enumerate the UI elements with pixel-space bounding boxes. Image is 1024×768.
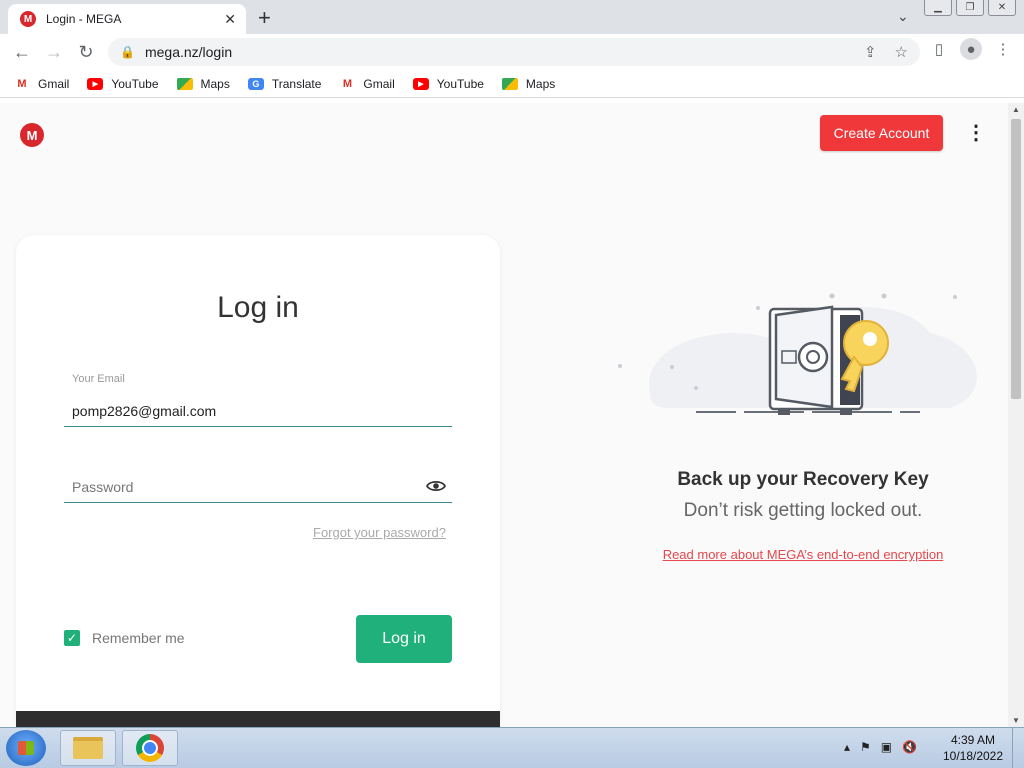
minimize-button[interactable]: ▁ [924, 0, 952, 16]
remember-me-label[interactable]: Remember me [92, 630, 185, 646]
remember-me[interactable]: ✓ Remember me [64, 630, 185, 646]
tab-search-chevron-icon[interactable]: ⌄ [897, 8, 909, 25]
show-hidden-icons-icon[interactable]: ▴ [844, 740, 850, 754]
side-panel-icon[interactable]: ▯ [928, 38, 950, 60]
window-controls: ▁ ❐ ✕ [924, 0, 1016, 16]
bookmark-label: Gmail [38, 76, 70, 91]
remember-me-checkbox[interactable]: ✓ [64, 630, 80, 646]
bookmark-label: Gmail [363, 76, 395, 91]
email-field[interactable]: pomp2826@gmail.com [64, 395, 452, 427]
login-title: Log in [217, 291, 299, 324]
taskbar-chrome[interactable] [122, 730, 178, 766]
close-tab-icon[interactable]: ✕ [224, 11, 236, 28]
action-center-flag-icon[interactable]: ⚑ [860, 740, 871, 754]
gmail-icon: M [342, 77, 352, 90]
mega-favicon-icon: M [20, 11, 36, 27]
login-button[interactable]: Log in [356, 615, 452, 663]
lock-icon[interactable]: 🔒 [120, 45, 135, 59]
promo-title: Back up your Recovery Key [677, 469, 929, 490]
tab-title: Login - MEGA [46, 12, 122, 26]
bookmark-label: Maps [200, 76, 230, 91]
clock[interactable]: 4:39 AM 10/18/2022 [940, 732, 1006, 764]
scroll-thumb[interactable] [1011, 119, 1021, 399]
page-scrollbar[interactable]: ▲ ▼ [1008, 103, 1024, 727]
maps-icon [501, 77, 518, 90]
clock-time: 4:39 AM [950, 733, 996, 747]
more-menu-icon[interactable]: ⋮ [966, 123, 986, 143]
bookmark-label: YouTube [111, 76, 159, 91]
email-label: Your Email [72, 373, 125, 385]
taskbar-explorer[interactable] [60, 730, 116, 766]
mega-logo-icon[interactable]: M [20, 123, 44, 147]
password-placeholder: Password [72, 478, 134, 495]
folder-icon [73, 737, 103, 759]
bookmark-label: Translate [271, 76, 322, 91]
reload-button[interactable]: ↻ [70, 36, 102, 68]
network-icon[interactable]: ▣ [881, 740, 892, 754]
bookmark-gmail-2[interactable]: M Gmail [339, 76, 395, 91]
bookmarks-bar: M Gmail ▶ YouTube Maps G Translate M Gmail ▶… [0, 70, 1024, 98]
login-card: Log in Your Email pomp2826@gmail.com Pas… [16, 235, 500, 727]
safe-with-key-illustration-icon [618, 293, 977, 415]
bookmark-maps-2[interactable]: Maps [501, 76, 556, 91]
page-content: M Create Account ⋮ Log in Your Email pom… [0, 103, 1008, 727]
promo-subtitle: Don’t risk getting locked out. [683, 500, 923, 521]
bookmark-label: YouTube [436, 76, 484, 91]
show-password-eye-icon[interactable] [425, 479, 447, 496]
forgot-password-link[interactable]: Forgot your password? [313, 525, 446, 540]
clock-date: 10/18/2022 [942, 749, 1004, 763]
profile-avatar-icon[interactable]: ● [960, 38, 982, 60]
youtube-icon: ▶ [412, 77, 429, 90]
address-bar[interactable]: 🔒 mega.nz/login ⇪ ☆ [108, 38, 920, 66]
bookmark-maps[interactable]: Maps [176, 76, 230, 91]
browser-toolbar: ← → ↻ 🔒 mega.nz/login ⇪ ☆ ▯ ● ⋮ [0, 34, 1024, 70]
back-button[interactable]: ← [6, 36, 38, 68]
system-tray: ▴ ⚑ ▣ 🔇 [844, 740, 917, 754]
browser-menu-icon[interactable]: ⋮ [992, 38, 1014, 60]
password-field[interactable]: Password [64, 471, 452, 503]
youtube-icon: ▶ [87, 77, 104, 90]
create-account-button[interactable]: Create Account [820, 115, 943, 151]
forward-button[interactable]: → [38, 36, 70, 68]
encryption-info-link[interactable]: Read more about MEGA’s end-to-end encryp… [603, 547, 1003, 562]
card-footer-bar [16, 711, 500, 727]
bookmark-youtube-2[interactable]: ▶ YouTube [412, 76, 484, 91]
gmail-icon: M [17, 77, 27, 90]
bookmark-translate[interactable]: G Translate [247, 76, 322, 91]
bookmark-label: Maps [525, 76, 556, 91]
start-button[interactable] [6, 730, 46, 766]
chrome-icon [136, 734, 164, 762]
browser-tab[interactable]: M Login - MEGA ✕ [8, 4, 246, 34]
restore-button[interactable]: ❐ [956, 0, 984, 16]
url-text[interactable]: mega.nz/login [145, 44, 232, 60]
translate-icon: G [247, 77, 264, 90]
bookmark-youtube[interactable]: ▶ YouTube [87, 76, 159, 91]
close-window-button[interactable]: ✕ [988, 0, 1016, 16]
new-tab-button[interactable]: + [258, 5, 271, 31]
browser-tab-bar: M Login - MEGA ✕ + ⌄ ▁ ❐ ✕ [0, 0, 1024, 34]
show-desktop-button[interactable] [1012, 728, 1024, 768]
volume-muted-icon[interactable]: 🔇 [902, 740, 917, 754]
maps-icon [176, 77, 193, 90]
windows-taskbar: ▴ ⚑ ▣ 🔇 4:39 AM 10/18/2022 [0, 727, 1024, 768]
bookmark-star-icon[interactable]: ☆ [895, 43, 908, 61]
bookmark-gmail[interactable]: M Gmail [14, 77, 69, 91]
scroll-down-icon[interactable]: ▼ [1012, 716, 1020, 725]
scroll-up-icon[interactable]: ▲ [1012, 105, 1020, 114]
share-icon[interactable]: ⇪ [864, 43, 877, 61]
